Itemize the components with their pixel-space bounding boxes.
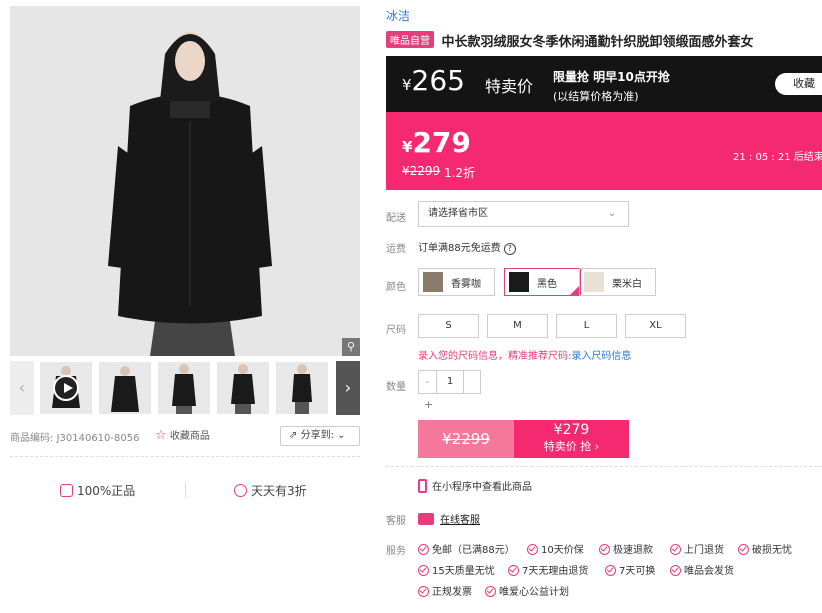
service-item: 正规发票	[418, 583, 472, 598]
region-select[interactable]: 请选择省市区 ⌄	[418, 201, 629, 227]
service-item: 唯爱心公益计划	[485, 583, 569, 598]
size-recommend-note: 录入您的尺码信息，精准推荐尺码:录入尺码信息	[418, 351, 632, 362]
check-circle-icon	[605, 565, 616, 576]
service-item: 破损无忧	[738, 541, 792, 556]
chevron-down-icon: ⌄	[607, 208, 616, 219]
collect-button[interactable]: 收藏	[775, 73, 822, 95]
thumbnail-2[interactable]	[99, 362, 151, 414]
share-button[interactable]: ⇗ 分享到: ⌄	[280, 426, 360, 446]
online-service: 在线客服	[418, 511, 480, 526]
quantity-minus-button[interactable]: -	[419, 371, 437, 393]
discount-rate: 1.2折	[444, 166, 476, 180]
color-swatch	[509, 272, 529, 292]
service-item: 上门退货	[670, 541, 724, 556]
service-item: 15天质量无忧	[418, 562, 495, 577]
divider	[10, 456, 360, 457]
color-option-black[interactable]: 黑色	[504, 268, 581, 296]
thumb-next-arrow-icon[interactable]: ›	[336, 361, 360, 415]
share-icon: ⇗	[289, 430, 298, 441]
check-circle-icon	[599, 544, 610, 555]
service-item: 10天价保	[527, 541, 584, 556]
color-label: 颜色	[386, 282, 406, 293]
delivery-label: 配送	[386, 213, 406, 224]
service-item: 极速退款	[599, 541, 653, 556]
chat-icon	[418, 513, 434, 525]
authentic-badge: 100%正品	[60, 482, 135, 499]
model-coat-illustration	[10, 6, 360, 356]
quantity-input[interactable]: 1	[437, 371, 463, 393]
check-circle-icon	[418, 544, 429, 555]
thumbnail-5[interactable]	[276, 362, 328, 414]
flash-price: ¥265	[402, 64, 465, 97]
star-icon: ☆	[155, 428, 167, 443]
enter-size-link[interactable]: 录入尺码信息	[571, 351, 631, 362]
shipping-info: 订单满88元免运费?	[418, 239, 516, 255]
thumb-prev-arrow-icon[interactable]: ‹	[10, 361, 34, 415]
product-code: 商品编码: J30140610-8056	[10, 433, 140, 444]
favorite-product-link[interactable]: ☆ 收藏商品	[155, 427, 210, 443]
quantity-stepper: - 1	[418, 370, 481, 394]
buy-original-price[interactable]: ¥2299	[418, 420, 514, 458]
divider	[386, 466, 822, 467]
size-option-xl[interactable]: XL	[625, 314, 686, 338]
quantity-label: 数量	[386, 382, 406, 393]
check-circle-icon	[670, 544, 681, 555]
check-circle-icon	[670, 565, 681, 576]
thumbnail-video[interactable]	[40, 362, 92, 414]
quantity-plus-button[interactable]: +	[424, 398, 433, 411]
service-item: 7天无理由退货	[508, 562, 588, 577]
thumbnail-3[interactable]	[158, 362, 210, 414]
check-circle-icon	[508, 565, 519, 576]
color-option-coffee[interactable]: 香雾咖	[418, 268, 495, 296]
sale-price-banner: ¥279 ¥2299 1.2折 21 : 05 : 21 后结束	[386, 112, 822, 190]
check-circle-icon	[418, 565, 429, 576]
service-item: 唯品会发货	[670, 562, 734, 577]
shield-icon	[60, 484, 73, 497]
services-label: 服务	[386, 546, 406, 557]
size-label: 尺码	[386, 325, 406, 336]
original-price: ¥2299	[402, 164, 441, 178]
size-option-l[interactable]: L	[556, 314, 617, 338]
service-item: 7天可换	[605, 562, 655, 577]
thumbnail-4[interactable]	[217, 362, 269, 414]
flash-price-label: 特卖价	[485, 77, 534, 96]
help-icon[interactable]: ?	[503, 243, 516, 255]
flash-info: 限量抢 明早10点开抢	[553, 70, 670, 84]
thumbnail-strip: ‹ ›	[10, 361, 360, 415]
percent-icon	[234, 484, 247, 497]
mini-program-link[interactable]: 在小程序中查看此商品	[418, 478, 532, 493]
check-circle-icon	[418, 586, 429, 597]
brand-link[interactable]: 冰洁	[386, 7, 410, 24]
online-service-link[interactable]: 在线客服	[440, 515, 480, 526]
service-item: 免邮（已满88元）	[418, 541, 515, 556]
countdown-timer: 21 : 05 : 21 后结束	[733, 152, 822, 163]
self-operated-tag: 唯品自营	[386, 31, 434, 48]
product-main-image[interactable]: ⚲	[10, 6, 360, 356]
customer-service-label: 客服	[386, 516, 406, 527]
color-swatch	[423, 272, 443, 292]
check-circle-icon	[738, 544, 749, 555]
check-circle-icon	[527, 544, 538, 555]
title-row: 唯品自营 中长款羽绒服女冬季休闲通勤针织脱卸领缎面感外套女	[386, 31, 754, 50]
product-page: ⚲ ‹ › 商品编码: J30140610-8056 ☆ 收藏商品 ⇗ 分享到:…	[0, 0, 822, 613]
sale-price: ¥279	[402, 126, 471, 159]
zoom-icon[interactable]: ⚲	[342, 338, 360, 356]
phone-icon	[418, 479, 427, 493]
size-option-m[interactable]: M	[487, 314, 548, 338]
shipping-label: 运费	[386, 244, 406, 255]
divider	[185, 482, 186, 498]
quantity-spacer	[463, 371, 480, 393]
product-title: 中长款羽绒服女冬季休闲通勤针织脱卸领缎面感外套女	[441, 35, 754, 50]
daily-discount-badge: 天天有3折	[234, 482, 307, 499]
buy-now-button[interactable]: ¥279 特卖价 抢 ›	[514, 420, 629, 458]
flash-note: (以结算价格为准)	[553, 90, 639, 103]
flash-sale-banner: ¥265 特卖价 限量抢 明早10点开抢 (以结算价格为准) 收藏	[386, 56, 822, 112]
check-circle-icon	[485, 586, 496, 597]
product-meta-row: 商品编码: J30140610-8056 ☆ 收藏商品 ⇗ 分享到: ⌄	[10, 426, 360, 446]
size-option-s[interactable]: S	[418, 314, 479, 338]
play-icon[interactable]	[53, 375, 79, 401]
chevron-down-icon: ⌄	[337, 430, 346, 441]
color-option-white[interactable]: 栗米白	[579, 268, 656, 296]
color-swatch	[584, 272, 604, 292]
